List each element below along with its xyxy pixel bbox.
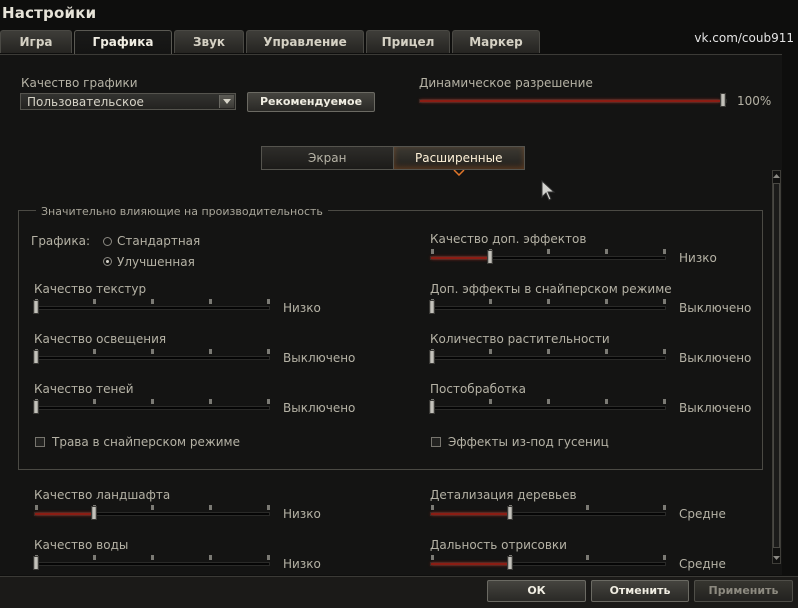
draw-distance-label: Дальность отрисовки (430, 538, 567, 552)
shadows-label: Качество теней (34, 382, 134, 396)
radio-improved[interactable] (103, 257, 112, 266)
lighting-value: Выключено (283, 351, 356, 365)
grass-sniper-checkbox[interactable] (35, 437, 45, 447)
draw-distance-knob[interactable] (507, 556, 513, 570)
scroll-down-icon[interactable] (772, 553, 781, 563)
active-indicator-icon (453, 170, 465, 176)
shadows-slider[interactable] (33, 399, 270, 414)
lighting-label: Качество освещения (34, 332, 167, 346)
mode-screen-button[interactable]: Экран (262, 147, 393, 169)
extra-effects-label: Качество доп. эффектов (430, 232, 587, 246)
postprocess-slider[interactable] (429, 399, 666, 414)
texture-label: Качество текстур (34, 282, 147, 296)
vegetation-knob[interactable] (429, 350, 435, 364)
extra-effects-knob[interactable] (487, 250, 493, 264)
scroll-up-icon[interactable] (772, 171, 781, 181)
radio-standard-label: Стандартная (117, 234, 201, 248)
sniper-effects-label: Доп. эффекты в снайперском режиме (430, 282, 672, 296)
dynres-slider[interactable] (419, 93, 727, 107)
draw-distance-value: Средне (679, 557, 726, 571)
recommended-button[interactable]: Рекомендуемое (247, 92, 375, 112)
ok-button[interactable]: ОК (487, 580, 586, 602)
dynres-value: 100% (737, 94, 772, 108)
sniper-effects-value: Выключено (679, 301, 752, 315)
mode-advanced-button[interactable]: Расширенные (392, 147, 524, 169)
dynres-knob[interactable] (720, 93, 726, 107)
vegetation-label: Количество растительности (430, 332, 610, 346)
grass-sniper-label: Трава в снайперском режиме (52, 435, 240, 449)
vegetation-value: Выключено (679, 351, 752, 365)
group-title: Значительно влияющие на производительнос… (36, 205, 328, 218)
sniper-effects-slider[interactable] (429, 299, 666, 314)
trees-slider[interactable] (430, 505, 666, 520)
terrain-knob[interactable] (91, 506, 97, 520)
postprocess-knob[interactable] (429, 400, 435, 414)
watermark: vk.com/coub911 (694, 31, 794, 45)
dynres-label: Динамическое разрешение (419, 76, 593, 90)
water-value: Низко (283, 557, 321, 571)
mode-switch: Экран Расширенные (261, 146, 525, 170)
draw-distance-slider[interactable] (430, 555, 666, 570)
tab-controls[interactable]: Управление (246, 30, 364, 53)
terrain-label: Качество ландшафта (34, 488, 171, 502)
tab-bar: Игра Графика Звук Управление Прицел Марк… (0, 30, 542, 54)
window-title: Настройки (2, 4, 97, 22)
texture-value: Низко (283, 301, 321, 315)
terrain-value: Низко (283, 507, 321, 521)
water-knob[interactable] (33, 556, 39, 570)
apply-button[interactable]: Применить (694, 580, 793, 602)
tab-sound[interactable]: Звук (174, 30, 244, 53)
scrollbar-thumb[interactable] (773, 183, 780, 548)
track-effects-label: Эффекты из-под гусениц (448, 435, 609, 449)
water-slider[interactable] (33, 555, 270, 570)
shadows-value: Выключено (283, 401, 356, 415)
shadows-knob[interactable] (33, 400, 39, 414)
tab-graphics[interactable]: Графика (74, 30, 172, 54)
tab-sight[interactable]: Прицел (366, 30, 450, 53)
postprocess-value: Выключено (679, 401, 752, 415)
quality-label: Качество графики (21, 76, 138, 90)
terrain-slider[interactable] (34, 505, 270, 520)
vegetation-slider[interactable] (429, 349, 666, 364)
water-label: Качество воды (34, 538, 129, 552)
trees-knob[interactable] (507, 506, 513, 520)
lighting-slider[interactable] (33, 349, 270, 364)
cancel-button[interactable]: Отменить (591, 580, 689, 602)
extra-effects-value: Низко (679, 251, 717, 265)
radio-standard[interactable] (103, 237, 112, 246)
trees-value: Средне (679, 507, 726, 521)
tab-marker[interactable]: Маркер (452, 30, 540, 53)
lighting-knob[interactable] (33, 350, 39, 364)
quality-value: Пользовательское (27, 95, 144, 109)
tab-game[interactable]: Игра (0, 30, 72, 53)
quality-dropdown[interactable]: Пользовательское (20, 93, 236, 110)
track-effects-checkbox[interactable] (431, 437, 441, 447)
trees-label: Детализация деревьев (430, 488, 577, 502)
dynres-fill (420, 100, 720, 102)
sniper-effects-knob[interactable] (429, 300, 435, 314)
postprocess-label: Постобработка (430, 382, 526, 396)
extra-effects-slider[interactable] (430, 249, 666, 264)
texture-slider[interactable] (33, 299, 270, 314)
radio-improved-label: Улучшенная (117, 255, 195, 269)
texture-knob[interactable] (33, 300, 39, 314)
graphics-type-label: Графика: (31, 234, 90, 248)
mouse-cursor-icon (541, 180, 556, 201)
chevron-down-icon[interactable] (219, 95, 234, 108)
